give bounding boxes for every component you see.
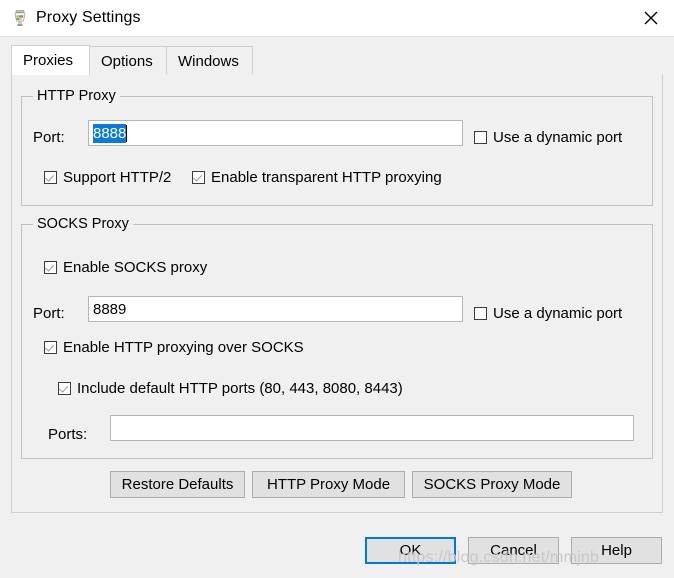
window-title: Proxy Settings <box>36 9 141 26</box>
http-proxy-group: HTTP Proxy <box>21 88 653 206</box>
tab-options-label: Options <box>101 52 153 70</box>
socks-proxy-group-title: SOCKS Proxy <box>33 216 133 232</box>
tab-windows-label: Windows <box>178 52 239 70</box>
http-port-input[interactable]: 8888 <box>88 120 463 146</box>
charles-proxy-icon <box>11 9 29 27</box>
socks-proxy-mode-button[interactable]: SOCKS Proxy Mode <box>412 471 572 498</box>
http-over-socks-checkbox[interactable]: Enable HTTP proxying over SOCKS <box>44 338 304 357</box>
checkbox-box <box>58 382 71 395</box>
include-default-ports-label: Include default HTTP ports (80, 443, 808… <box>77 380 403 397</box>
tab-windows[interactable]: Windows <box>167 46 253 75</box>
restore-defaults-label: Restore Defaults <box>121 476 234 493</box>
tab-options[interactable]: Options <box>90 46 167 75</box>
socks-dynamic-port-checkbox[interactable]: Use a dynamic port <box>474 304 622 323</box>
cancel-label: Cancel <box>490 542 537 559</box>
checkbox-box <box>44 341 57 354</box>
title-bar: Proxy Settings <box>0 0 674 37</box>
http-port-label: Port: <box>33 129 65 146</box>
help-button[interactable]: Help <box>571 537 662 564</box>
support-http2-checkbox[interactable]: Support HTTP/2 <box>44 168 171 187</box>
help-label: Help <box>601 542 632 559</box>
http-dynamic-port-label: Use a dynamic port <box>493 129 623 146</box>
proxy-settings-dialog: Proxy Settings Proxies Options Windows H… <box>0 0 674 578</box>
include-default-ports-checkbox[interactable]: Include default HTTP ports (80, 443, 808… <box>58 379 403 398</box>
socks-port-label: Port: <box>33 305 65 322</box>
socks-port-value: 8889 <box>93 300 127 318</box>
tab-strip: Proxies Options Windows <box>11 45 663 75</box>
ok-button[interactable]: OK <box>365 537 456 564</box>
enable-socks-proxy-label: Enable SOCKS proxy <box>63 259 208 276</box>
http-proxy-group-title: HTTP Proxy <box>33 88 120 104</box>
socks-proxy-mode-label: SOCKS Proxy Mode <box>423 476 561 493</box>
checkbox-box <box>474 307 487 320</box>
tab-proxies[interactable]: Proxies <box>11 45 90 75</box>
cancel-button[interactable]: Cancel <box>468 537 559 564</box>
transparent-proxying-label: Enable transparent HTTP proxying <box>211 169 442 186</box>
socks-dynamic-port-label: Use a dynamic port <box>493 305 623 322</box>
transparent-proxying-checkbox[interactable]: Enable transparent HTTP proxying <box>192 168 442 187</box>
checkbox-box <box>192 171 205 184</box>
ok-label: OK <box>399 542 422 559</box>
socks-ports-label: Ports: <box>48 426 88 443</box>
tab-proxies-label: Proxies <box>23 52 74 69</box>
socks-ports-input[interactable] <box>110 415 634 441</box>
http-dynamic-port-checkbox[interactable]: Use a dynamic port <box>474 128 622 147</box>
close-button[interactable] <box>628 0 674 36</box>
http-proxy-mode-label: HTTP Proxy Mode <box>266 476 391 493</box>
support-http2-label: Support HTTP/2 <box>63 169 172 186</box>
http-port-value: 8888 <box>93 123 127 143</box>
checkbox-box <box>474 131 487 144</box>
restore-defaults-button[interactable]: Restore Defaults <box>110 471 245 498</box>
http-over-socks-label: Enable HTTP proxying over SOCKS <box>63 339 304 356</box>
http-proxy-mode-button[interactable]: HTTP Proxy Mode <box>252 471 405 498</box>
enable-socks-proxy-checkbox[interactable]: Enable SOCKS proxy <box>44 258 207 277</box>
checkbox-box <box>44 171 57 184</box>
text-caret <box>126 124 128 142</box>
socks-port-input[interactable]: 8889 <box>88 296 463 322</box>
checkbox-box <box>44 261 57 274</box>
close-icon <box>644 11 658 25</box>
